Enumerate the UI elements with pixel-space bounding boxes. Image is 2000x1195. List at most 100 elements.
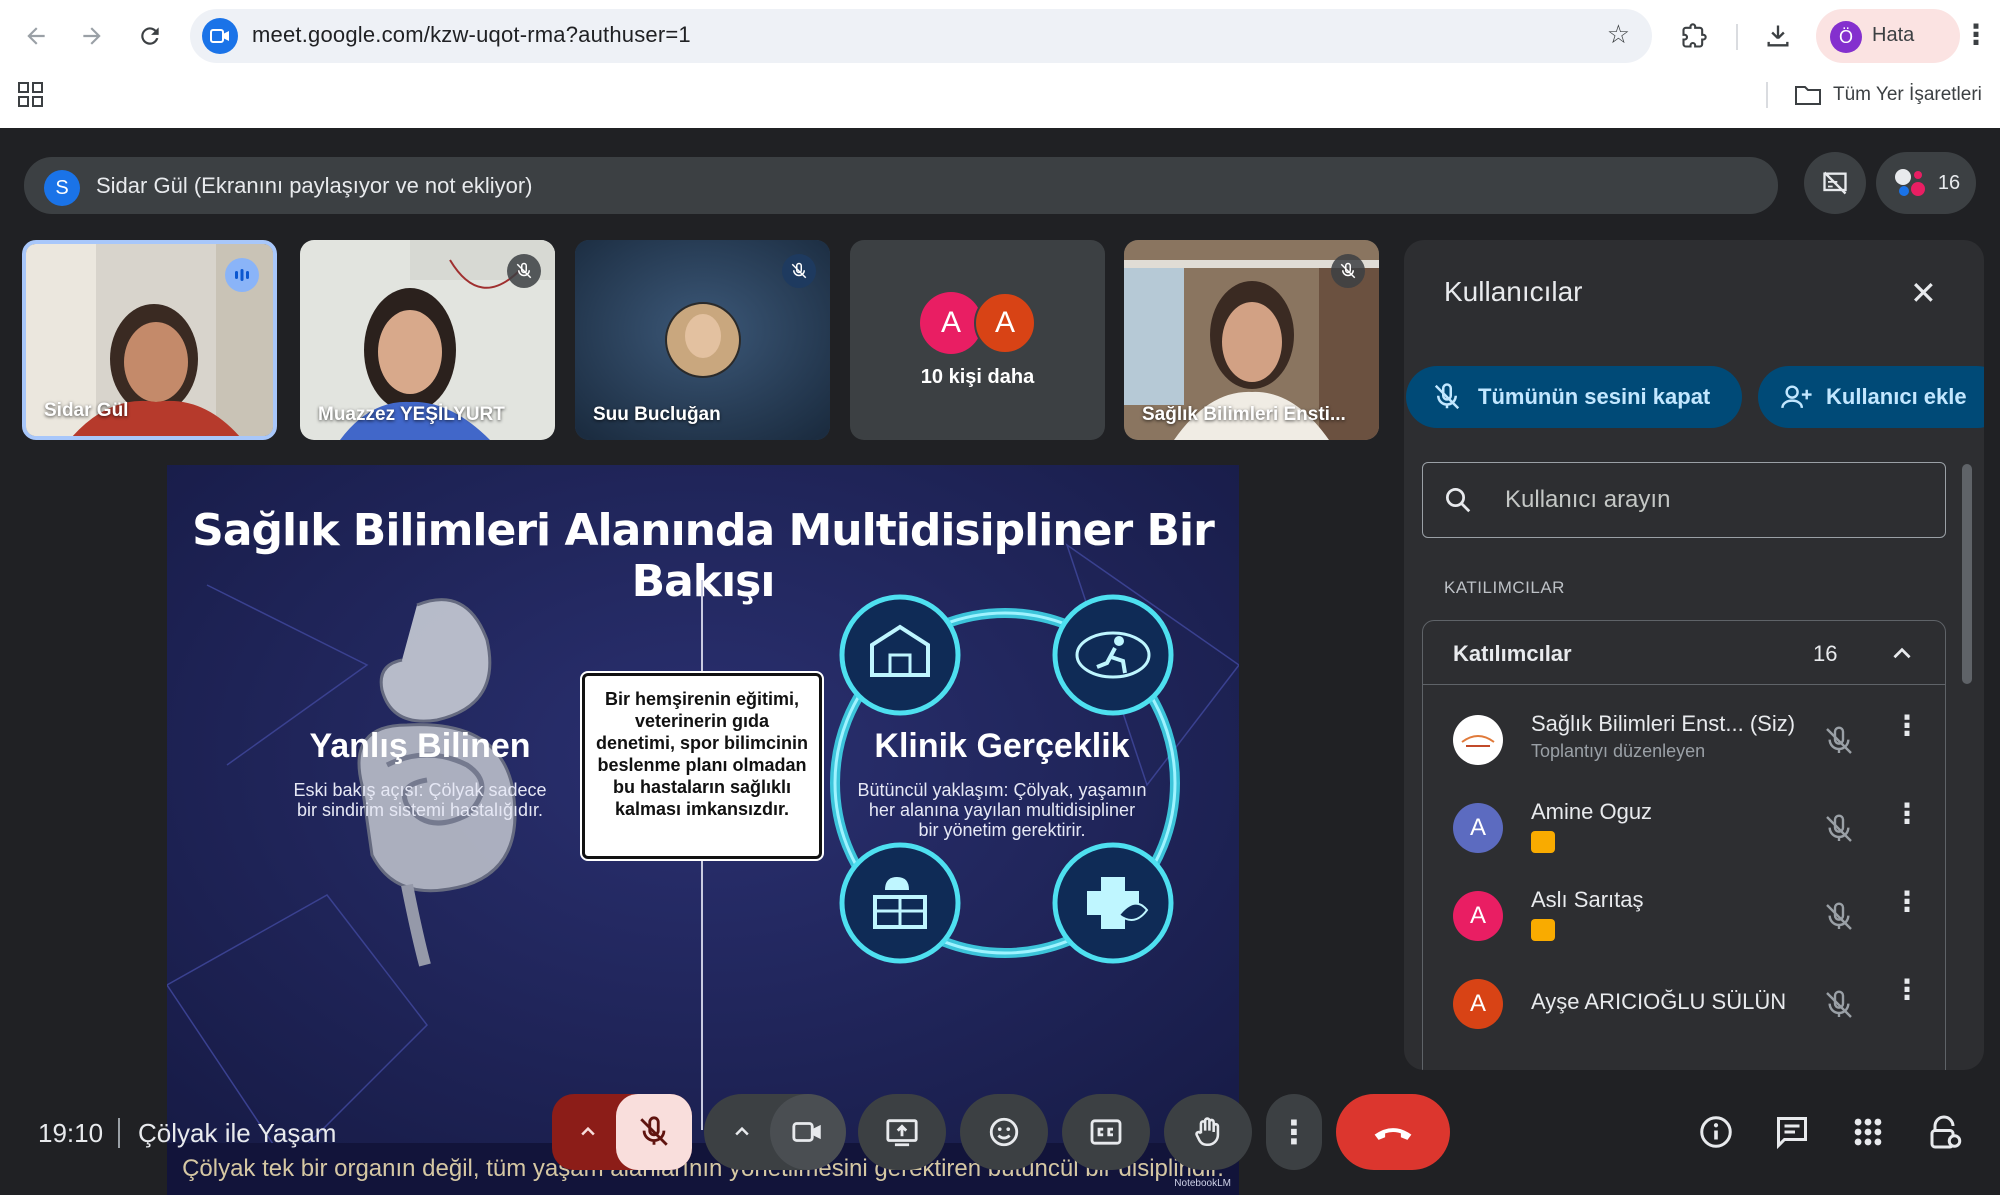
mic-off-icon [507,254,541,288]
participant-avatar: A [1453,803,1503,853]
group-title: Katılımcılar [1453,641,1572,666]
reload-button[interactable] [128,14,172,58]
tile-name: Sidar Gül [44,400,129,421]
participant-row[interactable]: A Ayşe ARICIOĞLU SÜLÜN ⋮ [1423,961,1945,1049]
chevron-up-icon [1893,647,1911,659]
participants-group-header[interactable]: Katılımcılar 16 [1423,621,1945,685]
camera-toggle-button[interactable] [770,1094,846,1170]
slide-title: Sağlık Bilimleri Alanında Multidisipline… [192,505,1215,607]
section-label: KATILIMCILAR [1444,578,1565,597]
institution-logo-avatar [1453,715,1503,765]
meeting-title: Çölyak ile Yaşam [138,1118,337,1148]
back-button[interactable] [14,14,58,58]
chevron-up-icon [581,1126,595,1136]
more-options-button[interactable]: ⋮ [1266,1094,1322,1170]
slide-left-text: Eski bakış açısı: Çölyak sadece bir sind… [293,780,547,820]
host-controls-icon[interactable] [1924,1112,1964,1152]
chat-icon[interactable] [1772,1112,1812,1152]
mute-all-label: Tümünün sesini kapat [1478,384,1711,409]
meeting-details-icon[interactable] [1696,1112,1736,1152]
video-tile-more[interactable]: A A 10 kişi daha [850,240,1105,440]
panel-scrollbar[interactable] [1962,464,1972,684]
more-options-icon[interactable]: ⋮ [1893,976,1921,1004]
participant-name: Amine Oguz [1531,799,1653,824]
layout-button[interactable] [1804,152,1866,214]
browser-chrome: meet.google.com/kzw-uqot-rma?authuser=1 … [0,0,2000,128]
more-options-icon[interactable]: ⋮ [1893,800,1921,828]
shared-screen: Sağlık Bilimleri Alanında Multidisipline… [167,465,1239,1195]
more-options-icon[interactable]: ⋮ [1893,888,1921,916]
hang-up-icon [1374,1128,1412,1140]
meeting-time: 19:10 [38,1118,104,1148]
present-screen-icon [886,1119,918,1147]
profile-button[interactable]: Ö Hata [1816,9,1960,63]
video-tile-muazzez[interactable]: Muazzez YEŞİLYURT [300,240,555,440]
tile-name: Suu Bucluğan [593,404,721,425]
people-panel: Kullanıcılar ✕ Tümünün sesini kapat Kull… [1404,240,1984,1070]
participant-avatars-icon [1894,169,1925,196]
search-placeholder: Kullanıcı arayın [1505,486,1671,513]
mic-off-icon[interactable] [1823,813,1855,845]
meet-site-icon [202,18,238,54]
video-tile-sidar[interactable]: Sidar Gül [22,240,277,440]
presenting-banner: S Sidar Gül (Ekranını paylaşıyor ve not … [24,157,1778,214]
mic-off-icon[interactable] [1823,725,1855,757]
time-divider [118,1118,120,1148]
camera-icon [792,1122,821,1142]
all-bookmarks-link[interactable]: Tüm Yer İşaretleri [1833,84,1982,106]
more-avatar-1: A [920,292,982,354]
video-tile-saglik[interactable]: Sağlık Bilimleri Ensti... [1124,240,1379,440]
presentation-badge-icon [1531,831,1555,853]
raise-hand-button[interactable] [1164,1094,1252,1170]
forward-button[interactable] [70,14,114,58]
participants-count-button[interactable]: 16 [1876,152,1976,214]
participant-avatar: A [1453,891,1503,941]
profile-avatar: Ö [1830,21,1862,53]
download-icon[interactable] [1756,14,1800,58]
participant-name: Aslı Sarıtaş [1531,887,1644,912]
address-bar[interactable]: meet.google.com/kzw-uqot-rma?authuser=1 … [190,9,1652,63]
panel-title: Kullanıcılar [1444,276,1583,307]
toolbar-divider [1736,24,1738,50]
present-screen-button[interactable] [858,1094,946,1170]
participant-row[interactable]: A Aslı Sarıtaş ⋮ [1423,873,1945,961]
user-search-field[interactable]: Kullanıcı arayın [1422,462,1946,538]
mic-off-icon [1331,254,1365,288]
close-icon[interactable]: ✕ [1910,274,1937,312]
mic-off-icon [640,1116,668,1146]
captions-button[interactable] [1062,1094,1150,1170]
more-options-icon[interactable]: ⋮ [1893,712,1921,740]
profile-label: Hata [1872,24,1915,46]
browser-menu-icon[interactable]: ⋮ [1962,18,1990,51]
slide-left-heading: Yanlış Bilinen [309,727,531,765]
activities-icon[interactable] [1848,1112,1888,1152]
bookmark-star-icon[interactable]: ☆ [1607,19,1630,50]
bookmarks-divider [1766,82,1768,108]
raise-hand-icon [1195,1117,1220,1147]
mic-off-icon[interactable] [1823,989,1855,1021]
arrow-left-icon [27,27,45,45]
mic-off-icon [1434,383,1460,410]
notebooklm-watermark: NotebookLM [1174,1178,1231,1189]
add-user-label: Kullanıcı ekle [1826,384,1967,409]
participant-name: Ayşe ARICIOĞLU SÜLÜN [1531,989,1787,1014]
add-user-button[interactable]: Kullanıcı ekle [1758,366,1984,428]
microphone-toggle-button[interactable] [616,1094,692,1170]
slide-right-heading: Klinik Gerçeklik [874,727,1130,765]
arrow-right-icon [83,27,101,45]
chevron-up-icon [735,1126,749,1136]
participant-row[interactable]: Sağlık Bilimleri Enst... (Siz) Toplantıy… [1423,697,1945,785]
participant-row[interactable]: A Amine Oguz ⋮ [1423,785,1945,873]
mic-off-icon[interactable] [1823,901,1855,933]
participant-role: Toplantıyı düzenleyen [1531,741,1706,761]
apps-grid-icon[interactable] [18,82,44,108]
speaking-indicator-icon [225,258,259,292]
closed-captions-icon [1090,1119,1122,1145]
video-tile-suu[interactable]: Suu Bucluğan [575,240,830,440]
leave-call-button[interactable] [1336,1094,1450,1170]
extensions-icon[interactable] [1672,14,1716,58]
mute-all-button[interactable]: Tümünün sesini kapat [1406,366,1742,428]
url-text: meet.google.com/kzw-uqot-rma?authuser=1 [252,22,691,47]
presenter-avatar: S [44,170,80,206]
reactions-button[interactable] [960,1094,1048,1170]
